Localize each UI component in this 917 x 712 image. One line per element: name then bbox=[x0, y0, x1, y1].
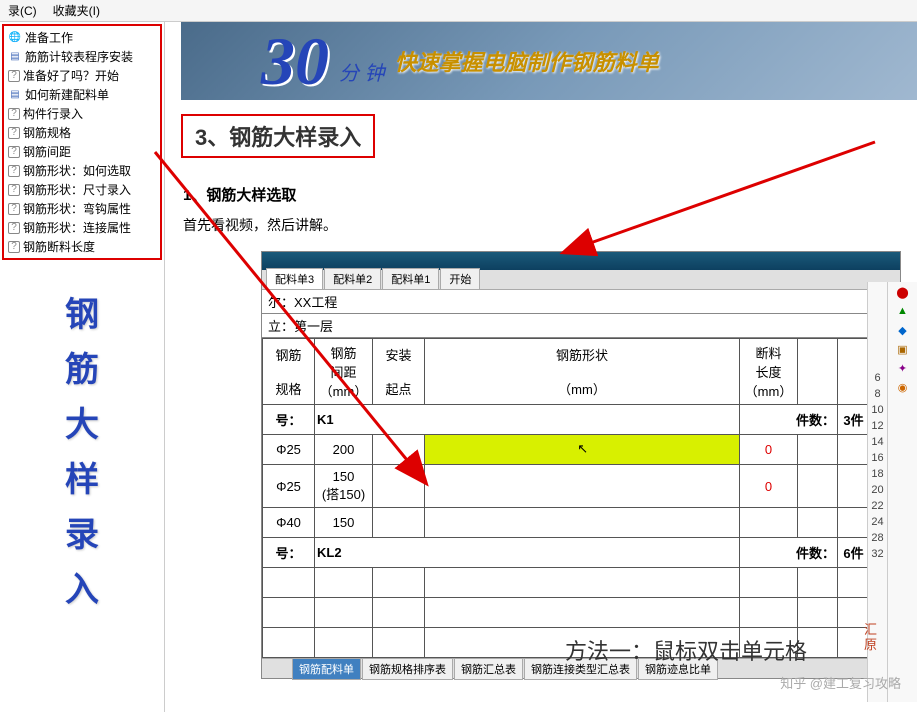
tree-item-spec[interactable]: ?钢筋规格 bbox=[6, 123, 158, 142]
group2-count-label: 件数： bbox=[740, 538, 838, 568]
tree-item-newsheet[interactable]: ▤如何新建配料单 bbox=[6, 85, 158, 104]
tree-item-spacing[interactable]: ?钢筋间距 bbox=[6, 142, 158, 161]
tool-icon[interactable]: ✦ bbox=[894, 360, 912, 376]
tree-item-shape-size[interactable]: ?钢筋形状：尺寸录入 bbox=[6, 180, 158, 199]
group2-count[interactable]: 6件 bbox=[838, 538, 870, 568]
body-text: 首先看视频，然后讲解。 bbox=[183, 215, 917, 235]
menu-favorites[interactable]: 收藏夹(I) bbox=[45, 0, 108, 21]
th-blank bbox=[798, 339, 838, 405]
th-shape: 钢筋形状（mm） bbox=[425, 339, 740, 405]
tool-icon[interactable]: ▣ bbox=[894, 341, 912, 357]
sheet-area: 尔：XX工程 立：第一层 钢筋规格 钢筋间距（mm） 安装起点 钢筋形状（mm）… bbox=[262, 290, 870, 678]
r1-spec[interactable]: Φ25 bbox=[263, 435, 315, 465]
tree-item-shape-hook[interactable]: ?钢筋形状：弯钩属性 bbox=[6, 199, 158, 218]
help-icon: ? bbox=[8, 241, 20, 253]
help-icon: ? bbox=[8, 127, 20, 139]
globe-icon: 🌐 bbox=[8, 31, 22, 45]
sub-title: 1、钢筋大样选取 bbox=[183, 184, 917, 205]
tree-item-shape-conn[interactable]: ?钢筋形状：连接属性 bbox=[6, 218, 158, 237]
group1-count[interactable]: 3件 bbox=[838, 405, 870, 435]
group2-label[interactable]: 号： bbox=[263, 538, 315, 568]
r3-spec[interactable]: Φ40 bbox=[263, 508, 315, 538]
help-icon: ? bbox=[8, 203, 20, 215]
huiyuan-label: 汇 原 bbox=[864, 623, 877, 652]
rebar-table: 钢筋规格 钢筋间距（mm） 安装起点 钢筋形状（mm） 断料长度（mm） 号： … bbox=[262, 338, 870, 658]
r3-spacing[interactable]: 150 bbox=[315, 508, 373, 538]
r1-c6[interactable] bbox=[798, 435, 838, 465]
group1-label[interactable]: 号： bbox=[263, 405, 315, 435]
r1-length[interactable]: 0 bbox=[740, 435, 798, 465]
tool-icon[interactable]: ⬤ bbox=[894, 284, 912, 300]
menu-record[interactable]: 录(C) bbox=[0, 0, 45, 21]
th-start: 安装起点 bbox=[373, 339, 425, 405]
banner-unit: 分 钟 bbox=[339, 57, 385, 86]
r2-spec[interactable]: Φ25 bbox=[263, 465, 315, 508]
method-caption: 方法一：鼠标双击单元格 bbox=[565, 634, 807, 666]
tree-item-install[interactable]: ▤筋筋计较表程序安装 bbox=[6, 47, 158, 66]
banner: 30 分 钟 快速掌握电脑制作钢筋料单 bbox=[181, 22, 917, 100]
tool-icon[interactable]: ◉ bbox=[894, 379, 912, 395]
banner-number: 30 bbox=[261, 22, 329, 100]
help-icon: ? bbox=[8, 146, 20, 158]
top-tabs: 配料单3 配料单2 配料单1 开始 bbox=[262, 270, 900, 290]
tab-sheet3[interactable]: 配料单3 bbox=[266, 268, 323, 289]
tab-start[interactable]: 开始 bbox=[440, 268, 480, 289]
tool-icon[interactable]: ▲ bbox=[894, 303, 912, 319]
btab-sum[interactable]: 钢筋汇总表 bbox=[454, 658, 523, 680]
th-length: 断料长度（mm） bbox=[740, 339, 798, 405]
help-icon: ? bbox=[8, 70, 20, 82]
watermark: 知乎 @建工复习攻略 bbox=[780, 673, 901, 692]
vertical-title: 钢筋大 样录入 bbox=[0, 290, 164, 616]
th-spacing: 钢筋间距（mm） bbox=[315, 339, 373, 405]
content-area: 30 分 钟 快速掌握电脑制作钢筋料单 3、钢筋大样录入 1、钢筋大样选取 首先… bbox=[165, 22, 917, 712]
group1-name[interactable]: K1 bbox=[315, 405, 740, 435]
btab-main[interactable]: 钢筋配料单 bbox=[292, 658, 361, 680]
th-spec: 钢筋规格 bbox=[263, 339, 315, 405]
sidebar: 🌐准备工作 ▤筋筋计较表程序安装 ?准备好了吗？开始 ▤如何新建配料单 ?构件行… bbox=[0, 22, 165, 712]
r1-start[interactable] bbox=[373, 435, 425, 465]
nav-tree: 🌐准备工作 ▤筋筋计较表程序安装 ?准备好了吗？开始 ▤如何新建配料单 ?构件行… bbox=[2, 24, 162, 260]
floor-row: 立：第一层 bbox=[262, 314, 870, 338]
r1-c7[interactable] bbox=[838, 435, 870, 465]
tab-sheet1[interactable]: 配料单1 bbox=[382, 268, 439, 289]
group2-name[interactable]: KL2 bbox=[315, 538, 740, 568]
th-blank2 bbox=[838, 339, 870, 405]
tab-sheet2[interactable]: 配料单2 bbox=[324, 268, 381, 289]
tree-item-memberrow[interactable]: ?构件行录入 bbox=[6, 104, 158, 123]
tree-item-ready[interactable]: ?准备好了吗？开始 bbox=[6, 66, 158, 85]
help-icon: ? bbox=[8, 108, 20, 120]
tree-item-prep[interactable]: 🌐准备工作 bbox=[6, 28, 158, 47]
app-window: 配料单3 配料单2 配料单1 开始 尔：XX工程 立：第一层 钢筋规格 钢筋间距… bbox=[261, 251, 901, 679]
btab-sort[interactable]: 钢筋规格排序表 bbox=[362, 658, 453, 680]
r2-spacing[interactable]: 150(搭150) bbox=[315, 465, 373, 508]
tree-item-shape-pick[interactable]: ?钢筋形状：如何选取 bbox=[6, 161, 158, 180]
project-row: 尔：XX工程 bbox=[262, 290, 870, 314]
mouse-cursor-icon: ↖ bbox=[576, 441, 590, 459]
section-title: 3、钢筋大样录入 bbox=[181, 114, 375, 158]
r2-length[interactable]: 0 bbox=[740, 465, 798, 508]
doc-icon: ▤ bbox=[8, 88, 22, 102]
doc-icon: ▤ bbox=[8, 50, 22, 64]
r1-shape-active-cell[interactable]: ↖ bbox=[425, 435, 740, 465]
banner-slogan: 快速掌握电脑制作钢筋料单 bbox=[395, 45, 659, 77]
r1-spacing[interactable]: 200 bbox=[315, 435, 373, 465]
tool-strip: ⬤ ▲ ◆ ▣ ✦ ◉ bbox=[887, 282, 917, 702]
help-icon: ? bbox=[8, 184, 20, 196]
tool-icon[interactable]: ◆ bbox=[894, 322, 912, 338]
group1-count-label: 件数： bbox=[740, 405, 838, 435]
help-icon: ? bbox=[8, 165, 20, 177]
help-icon: ? bbox=[8, 222, 20, 234]
tree-item-cutlen[interactable]: ?钢筋断料长度 bbox=[6, 237, 158, 256]
